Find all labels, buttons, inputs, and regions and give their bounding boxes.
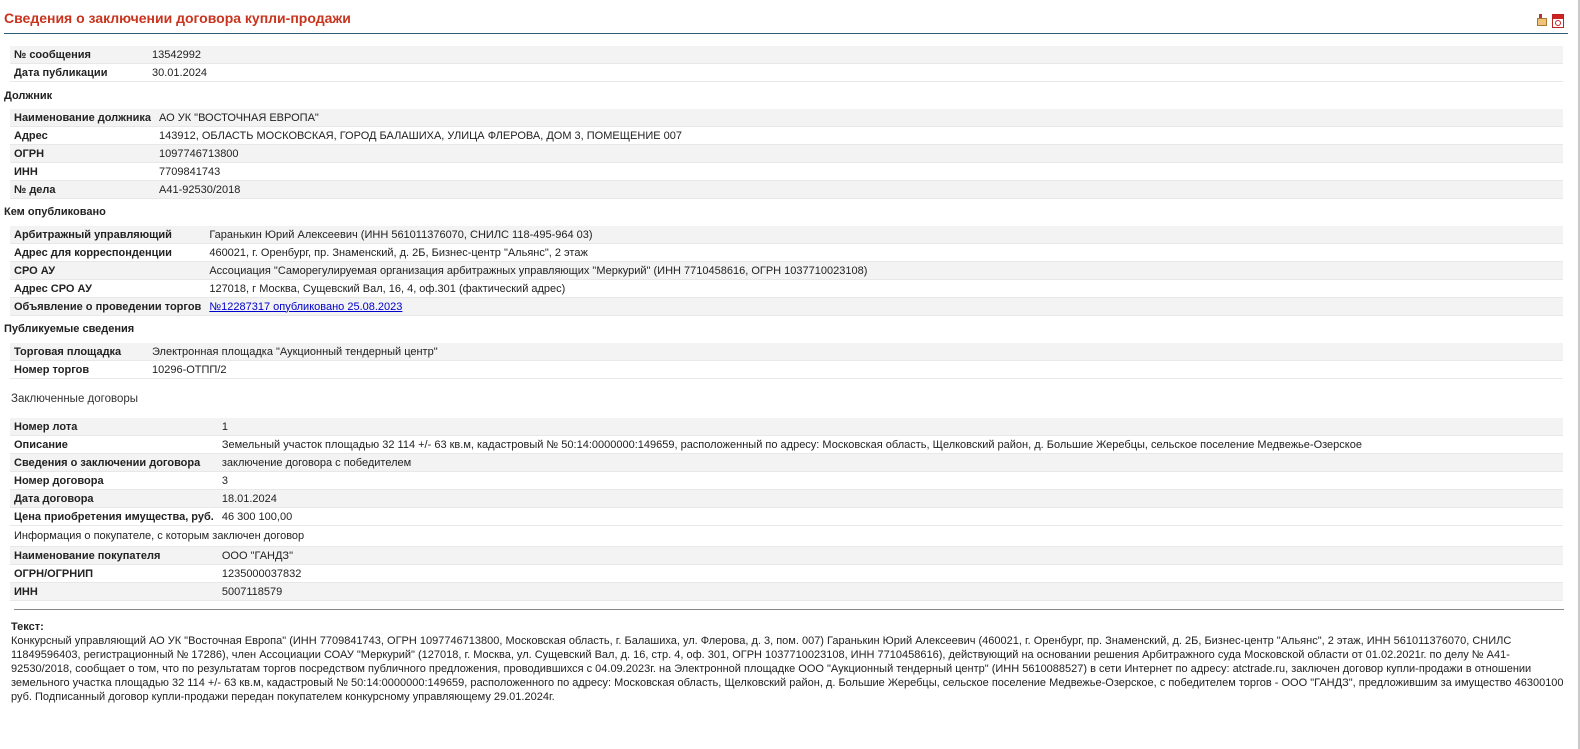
table-row: Наименование должника АО УК "ВОСТОЧНАЯ ЕВ… (10, 109, 1563, 127)
text-label: Текст: (11, 621, 44, 633)
row-label: Дата публикации (10, 63, 148, 82)
row-value: Электронная площадка "Аукционный тендерн… (148, 343, 1563, 361)
table-row: Адрес СРО АУ 127018, г Москва, Сущевский … (10, 279, 1563, 298)
row-value: 46 300 100,00 (217, 507, 1563, 526)
row-value: А41-92530/2018 (155, 180, 1563, 199)
row-value: Земельный участок площадью 32 114 +/- 63… (217, 435, 1563, 454)
table-row: Торговая площадка Электронная площадка "А… (10, 343, 1563, 361)
table-row: Номер договора 3 (10, 471, 1563, 490)
row-label: Номер договора (10, 471, 218, 490)
row-label: Описание (10, 435, 218, 454)
row-label: № сообщения (10, 46, 148, 64)
row-label: Адрес для корреспонденции (10, 243, 206, 262)
row-value: №12287317 опубликовано 25.08.2023 (205, 297, 1563, 316)
table-row: № дела А41-92530/2018 (10, 180, 1563, 199)
table-row: Дата публикации 30.01.2024 (10, 63, 1563, 82)
table-row: № сообщения 13542992 (10, 46, 1563, 64)
row-label: Наименование должника (10, 109, 156, 127)
row-value: 18.01.2024 (217, 489, 1563, 508)
row-value: ООО "ГАНДЗ" (217, 546, 1563, 565)
row-label: ОГРН (10, 144, 156, 163)
header: Сведения о заключении договора купли-про… (4, 0, 1576, 36)
row-value: 460021, г. Оренбург, пр. Знаменский, д. … (205, 243, 1563, 262)
auction-announcement-link[interactable]: №12287317 опубликовано 25.08.2023 (209, 301, 402, 313)
row-value: 30.01.2024 (148, 63, 1563, 82)
table-row: Наименование покупателя ООО "ГАНДЗ" (10, 546, 1563, 565)
print-icon[interactable] (1536, 14, 1548, 27)
published-table: Торговая площадка Электронная площадка "А… (10, 343, 1563, 379)
row-label: Объявление о проведении торгов (10, 297, 206, 316)
row-value: АО УК "ВОСТОЧНАЯ ЕВРОПА" (155, 109, 1563, 127)
section-heading-published: Публикуемые сведения (4, 323, 135, 335)
row-label: Номер торгов (10, 360, 148, 379)
table-row: Сведения о заключении договора заключение… (10, 453, 1563, 472)
section-heading-publisher: Кем опубликовано (4, 206, 106, 218)
debtor-table: Наименование должника АО УК "ВОСТОЧНАЯ ЕВ… (10, 109, 1563, 199)
section-heading-debtor: Должник (4, 90, 53, 102)
table-row: СРО АУ Ассоциация "Саморегулируемая орган… (10, 261, 1563, 280)
table-row: Номер лота 1 (10, 418, 1563, 436)
row-value: 5007118579 (217, 582, 1563, 601)
header-icons (1536, 14, 1564, 28)
publisher-table: Арбитражный управляющий Гаранькин Юрий Ал… (10, 226, 1563, 316)
row-value: 143912, ОБЛАСТЬ МОСКОВСКАЯ, ГОРОД БАЛАШИ… (155, 126, 1563, 145)
table-row: Дата договора 18.01.2024 (10, 489, 1563, 508)
row-label: Сведения о заключении договора (10, 453, 218, 472)
row-label: Наименование покупателя (10, 546, 218, 565)
row-value: Гаранькин Юрий Алексеевич (ИНН 561011376… (205, 226, 1563, 244)
table-row: Адрес для корреспонденции 460021, г. Орен… (10, 243, 1563, 262)
row-value: заключение договора с победителем (217, 453, 1563, 472)
message-text: Текст: Конкурсный управляющий АО УК "Вос… (11, 620, 1564, 704)
page: Сведения о заключении договора купли-про… (0, 0, 1580, 749)
table-row: ИНН 7709841743 (10, 162, 1563, 181)
pdf-icon[interactable] (1552, 14, 1564, 28)
row-label: ИНН (10, 162, 156, 181)
row-label: ИНН (10, 582, 218, 601)
section-heading-contracts: Заключенные договоры (11, 393, 139, 405)
table-row: Адрес 143912, ОБЛАСТЬ МОСКОВСКАЯ, ГОРОД Б… (10, 126, 1563, 145)
row-value: 13542992 (148, 46, 1563, 64)
row-value: 1 (217, 418, 1563, 436)
row-label: Цена приобретения имущества, руб. (10, 507, 218, 526)
header-divider (4, 33, 1568, 34)
text-body: Конкурсный управляющий АО УК "Восточная … (11, 635, 1564, 703)
row-label: ОГРН/ОГРНИП (10, 564, 218, 583)
contracts-table: Номер лота 1 Описание Земельный участок пл… (10, 418, 1563, 601)
table-row: Объявление о проведении торгов №12287317 … (10, 297, 1563, 316)
row-label: № дела (10, 180, 156, 199)
buyer-info-heading: Информация о покупателе, с которым заклю… (10, 525, 1563, 547)
row-value: 127018, г Москва, Сущевский Вал, 16, 4, … (205, 279, 1563, 298)
table-row: Цена приобретения имущества, руб. 46 300 … (10, 507, 1563, 526)
table-row: ОГРН 1097746713800 (10, 144, 1563, 163)
table-row: Описание Земельный участок площадью 32 11… (10, 435, 1563, 454)
row-label: Номер лота (10, 418, 218, 436)
row-value: 1097746713800 (155, 144, 1563, 163)
table-row: ИНН 5007118579 (10, 582, 1563, 601)
table-row: ОГРН/ОГРНИП 1235000037832 (10, 564, 1563, 583)
row-label: Адрес (10, 126, 156, 145)
row-value: 10296-ОТПП/2 (148, 360, 1563, 379)
divider (14, 609, 1564, 610)
row-label: Арбитражный управляющий (10, 226, 206, 244)
row-value: 7709841743 (155, 162, 1563, 181)
row-value: 1235000037832 (217, 564, 1563, 583)
buyer-info-row: Информация о покупателе, с которым заклю… (10, 525, 1563, 547)
row-label: СРО АУ (10, 261, 206, 280)
message-table: № сообщения 13542992 Дата публикации 30.… (10, 46, 1563, 82)
table-row: Номер торгов 10296-ОТПП/2 (10, 360, 1563, 379)
table-row: Арбитражный управляющий Гаранькин Юрий Ал… (10, 226, 1563, 244)
row-label: Торговая площадка (10, 343, 148, 361)
row-value: 3 (217, 471, 1563, 490)
row-label: Адрес СРО АУ (10, 279, 206, 298)
page-title: Сведения о заключении договора купли-про… (4, 10, 351, 26)
row-label: Дата договора (10, 489, 218, 508)
row-value: Ассоциация "Саморегулируемая организация… (205, 261, 1563, 280)
